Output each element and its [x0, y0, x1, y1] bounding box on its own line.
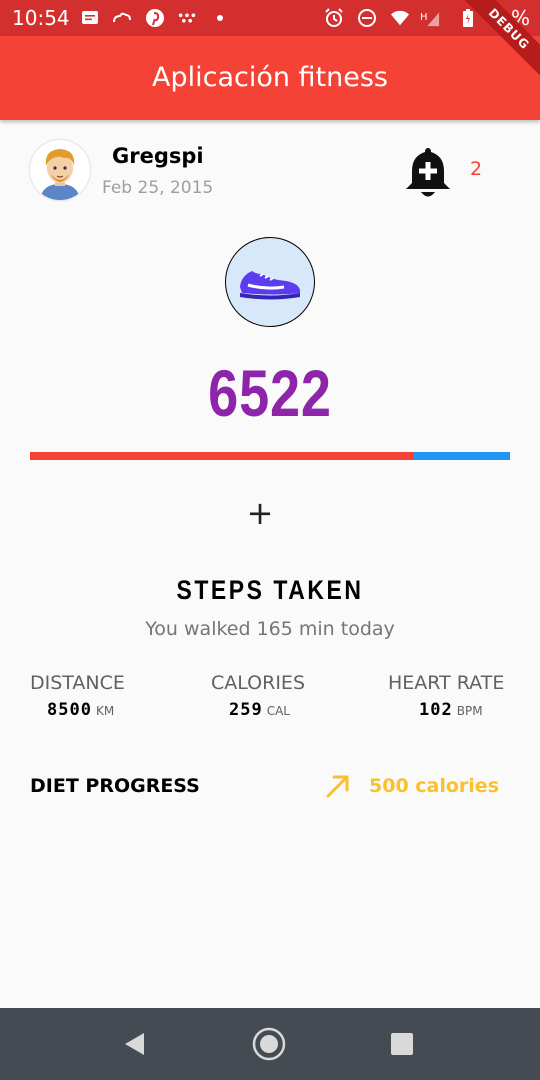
cloud-icon — [112, 8, 132, 28]
wifi-icon — [390, 8, 410, 28]
stat-calories: CALORIES 259 CAL — [211, 672, 351, 720]
add-alarm-bell-icon[interactable] — [402, 145, 454, 199]
pinterest-icon — [145, 8, 165, 28]
sneaker-icon — [240, 271, 300, 300]
avatar[interactable] — [30, 140, 90, 200]
stat-label: HEART RATE — [388, 672, 505, 694]
stat-unit: BPM — [456, 704, 483, 718]
notification-count: 2 — [470, 158, 483, 180]
stat-unit: CAL — [266, 704, 290, 718]
debug-label: DEBUG — [460, 0, 540, 80]
stat-value: 8500 — [47, 700, 92, 720]
recents-button[interactable] — [372, 1008, 432, 1080]
steps-title: STEPS TAKEN — [176, 575, 364, 605]
app-title: Aplicación fitness — [151, 62, 388, 93]
back-triangle-icon — [125, 1033, 144, 1055]
app-bar: Aplicación fitness — [0, 36, 540, 120]
steps-subtitle: You walked 165 min today — [145, 618, 395, 640]
steps-count: 6522 — [208, 356, 332, 430]
stat-label: CALORIES — [211, 672, 305, 694]
stat-value: 259 — [229, 700, 263, 720]
steps-progress-bar — [30, 452, 510, 460]
user-name: Gregspi — [112, 144, 204, 168]
stat-value-row: 8500 KM — [30, 700, 170, 720]
user-date: Feb 25, 2015 — [102, 178, 214, 198]
dnd-icon — [357, 8, 377, 28]
stat-value-row: 102 BPM — [388, 700, 528, 720]
stat-heart-rate: HEART RATE 102 BPM — [388, 672, 528, 720]
home-circle-icon — [252, 1027, 286, 1061]
stat-value: 102 — [419, 700, 453, 720]
game-icon — [177, 8, 197, 28]
home-button[interactable] — [239, 1008, 299, 1080]
stat-value-row: 259 CAL — [211, 700, 351, 720]
system-nav-bar — [0, 1008, 540, 1080]
dot-icon — [210, 8, 230, 28]
alarm-icon — [324, 8, 344, 28]
svg-text:H: H — [420, 12, 428, 23]
back-button[interactable] — [104, 1008, 164, 1080]
stat-distance: DISTANCE 8500 KM — [30, 672, 170, 720]
trending-up-arrow-icon — [324, 772, 352, 800]
stat-label: DISTANCE — [30, 672, 125, 694]
status-time: 10:54 — [12, 6, 70, 30]
avatar-image — [30, 140, 90, 200]
recents-square-icon — [391, 1033, 413, 1055]
message-icon — [80, 8, 100, 28]
shoe-icon-circle — [225, 237, 315, 327]
diet-progress-label: DIET PROGRESS — [30, 775, 200, 797]
signal-icon: H — [420, 8, 440, 28]
steps-progress-fill — [30, 452, 414, 460]
add-icon[interactable]: + — [245, 497, 275, 529]
diet-calories: 500 calories — [369, 775, 500, 797]
debug-banner: DEBUG — [460, 0, 540, 80]
status-bar: 10:54 H 71% — [0, 0, 540, 36]
stat-unit: KM — [95, 704, 115, 718]
